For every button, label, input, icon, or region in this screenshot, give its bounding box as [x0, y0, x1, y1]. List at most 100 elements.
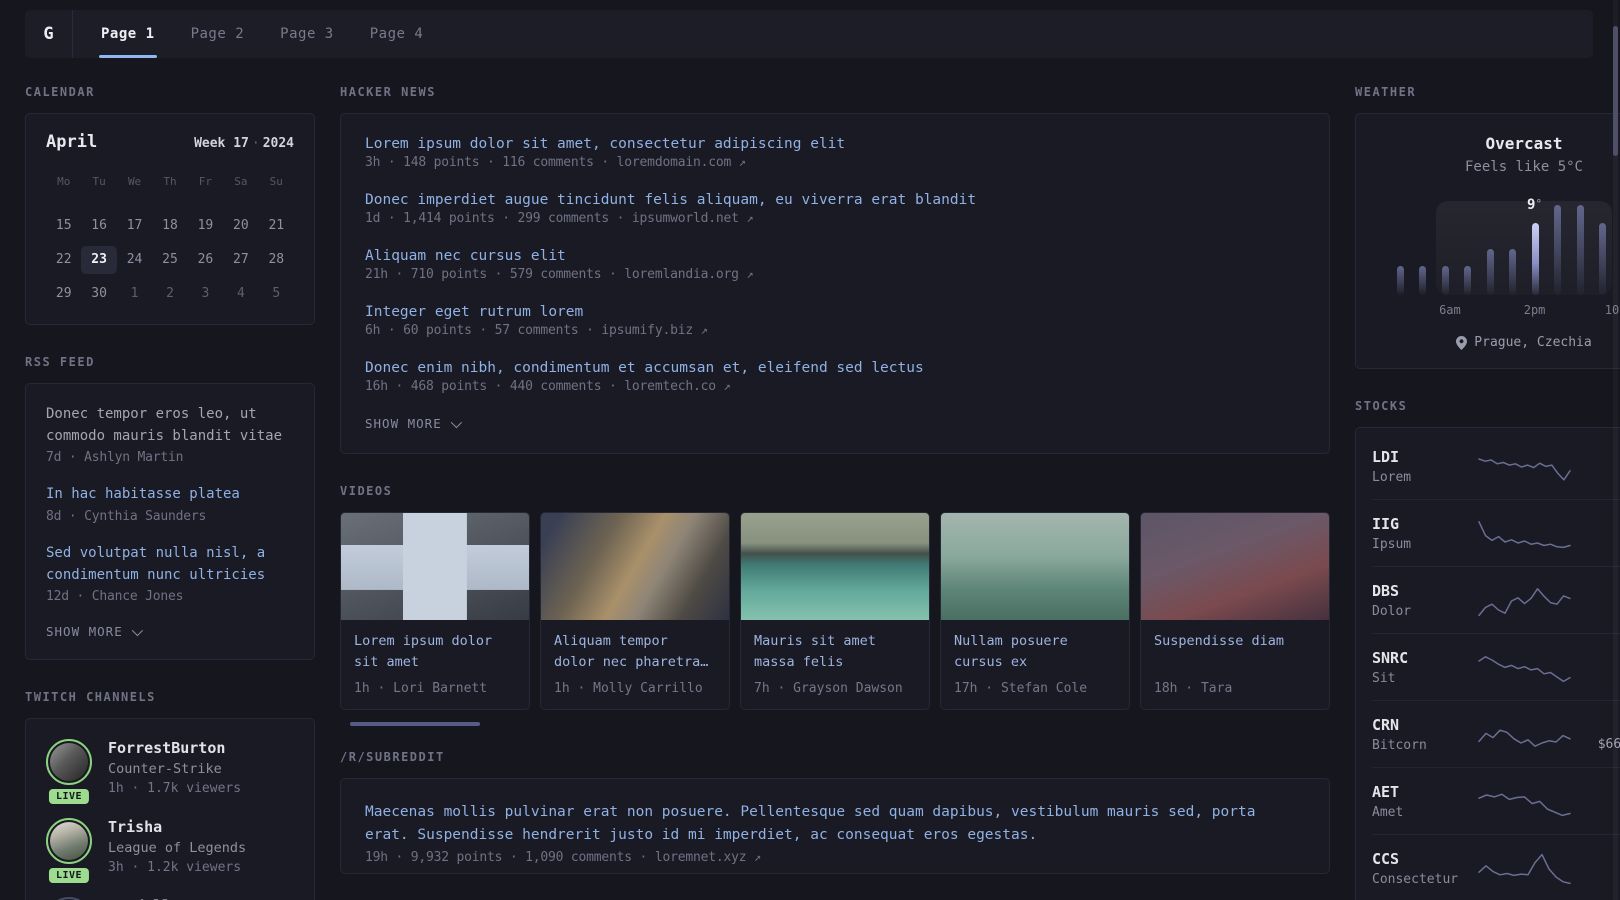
twitch-category[interactable]: Counter-Strike	[108, 761, 241, 777]
video-meta: 7h · Grayson Dawson	[754, 681, 903, 696]
hackernews-widget: HACKER NEWS Lorem ipsum dolor sit amet, …	[340, 85, 1330, 454]
rss-item-meta: 12d · Chance Jones	[46, 589, 184, 605]
calendar-day[interactable]: 19	[188, 212, 223, 240]
calendar-day[interactable]: 27	[223, 246, 258, 274]
video-card[interactable]: Suspendisse diam 18h · Tara	[1140, 512, 1330, 710]
video-title[interactable]: Nullam posuere cursus ex	[954, 631, 1116, 673]
calendar-day[interactable]: 30	[81, 280, 116, 308]
weather-location[interactable]: Prague, Czechia	[1374, 335, 1620, 350]
carousel-scrollbar-thumb[interactable]	[350, 722, 480, 726]
twitch-channel-row[interactable]: LIVE Trisha League of Legends 3h · 1.2k …	[46, 818, 294, 884]
stock-row[interactable]: DBSDolor+1.42%$156.28	[1372, 566, 1620, 633]
twitch-channel-info: ForrestBurton Counter-Strike 1h · 1.7k v…	[108, 739, 241, 796]
calendar-day[interactable]: 2	[152, 280, 187, 308]
calendar-day[interactable]: 22	[46, 246, 81, 274]
video-title[interactable]: Lorem ipsum dolor sit amet consectetu…	[354, 631, 516, 673]
calendar-grid: 15 16 17 18 19 20 21 22 23 24 25 26 27 28 29 30 1 2 3 4 5	[46, 212, 294, 308]
page-scrollbar[interactable]	[1613, 0, 1618, 900]
app-logo[interactable]: G	[25, 10, 73, 58]
video-title[interactable]: Aliquam tempor dolor nec pharetra…	[554, 631, 716, 673]
stock-row[interactable]: SNRCSit+1.36%$148.64	[1372, 633, 1620, 700]
hn-story: Integer eget rutrum lorem 6h · 60 points…	[365, 304, 1305, 338]
rss-item-title[interactable]: Donec tempor eros leo, ut commodo mauris…	[46, 404, 294, 447]
calendar-day[interactable]: 3	[188, 280, 223, 308]
twitch-channel-name[interactable]: ForrestBurton	[108, 739, 241, 757]
hn-story-meta[interactable]: 21h · 710 points · 579 comments · loreml…	[365, 267, 1305, 282]
calendar-day[interactable]: 18	[152, 212, 187, 240]
stock-row[interactable]: IIGIpsum+2.84%$42.04	[1372, 499, 1620, 566]
rss-item-title[interactable]: In hac habitasse platea	[46, 484, 294, 506]
video-card[interactable]: Aliquam tempor dolor nec pharetra… 1h · …	[540, 512, 730, 710]
calendar-day[interactable]: 23	[81, 246, 117, 274]
hn-story-title[interactable]: Integer eget rutrum lorem	[365, 304, 1305, 320]
rss-item-title[interactable]: Sed volutpat nulla nisl, a condimentum n…	[46, 543, 294, 586]
stock-row[interactable]: CRNBitcorn-1.00%$66,171.48	[1372, 700, 1620, 767]
page-scrollbar-thumb[interactable]	[1613, 26, 1618, 156]
calendar-section-title: CALENDAR	[25, 85, 95, 99]
calendar-day[interactable]: 21	[259, 212, 294, 240]
calendar-day[interactable]: 29	[46, 280, 81, 308]
video-card[interactable]: Lorem ipsum dolor sit amet consectetu… 1…	[340, 512, 530, 710]
calendar-day[interactable]: 28	[259, 246, 294, 274]
hn-story-title[interactable]: Donec enim nibh, condimentum et accumsan…	[365, 360, 1305, 376]
calendar-day[interactable]: 1	[117, 280, 152, 308]
stock-ticker: DBS	[1372, 581, 1400, 600]
twitch-channel-row[interactable]: LIVE ForrestBurton Counter-Strike 1h · 1…	[46, 739, 294, 805]
hn-story-meta[interactable]: 1d · 1,414 points · 299 comments · ipsum…	[365, 211, 1305, 226]
hn-story: Lorem ipsum dolor sit amet, consectetur …	[365, 136, 1305, 170]
hn-show-more-button[interactable]: SHOW MORE	[365, 416, 1305, 431]
tab-page-4[interactable]: Page 4	[370, 10, 424, 58]
hn-story-meta[interactable]: 6h · 60 points · 57 comments · ipsumify.…	[365, 323, 1305, 338]
stocks-section-title: STOCKS	[1355, 399, 1408, 413]
subreddit-post-title[interactable]: Maecenas mollis pulvinar erat non posuer…	[365, 801, 1305, 847]
rss-section-title: RSS FEED	[25, 355, 95, 369]
weather-bar	[1419, 265, 1427, 295]
hn-story-title[interactable]: Lorem ipsum dolor sit amet, consectetur …	[365, 136, 1305, 152]
calendar-day[interactable]: 20	[223, 212, 258, 240]
carousel-scrollbar	[340, 722, 1330, 726]
video-title[interactable]: Mauris sit amet massa felis	[754, 631, 916, 673]
hn-story-meta[interactable]: 3h · 148 points · 116 comments · loremdo…	[365, 155, 1305, 170]
tab-page-2[interactable]: Page 2	[191, 10, 245, 58]
calendar-day[interactable]: 16	[81, 212, 116, 240]
calendar-day[interactable]: 17	[117, 212, 152, 240]
hn-story-title[interactable]: Aliquam nec cursus elit	[365, 248, 1305, 264]
hn-story-meta[interactable]: 16h · 468 points · 440 comments · loremt…	[365, 379, 1305, 394]
weekday-label: Fr	[198, 175, 213, 188]
calendar-day[interactable]: 4	[223, 280, 258, 308]
right-column: WEATHER Overcast Feels like 5°C 9° 6am 2p…	[1355, 85, 1620, 900]
video-meta: 18h · Tara	[1154, 681, 1233, 696]
hn-story: Donec imperdiet augue tincidunt felis al…	[365, 192, 1305, 226]
subreddit-post-meta[interactable]: 19h · 9,932 points · 1,090 comments · lo…	[365, 850, 1305, 865]
video-thumbnail	[541, 513, 729, 620]
calendar-day[interactable]: 5	[259, 280, 294, 308]
calendar-day[interactable]: 24	[117, 246, 152, 274]
calendar-card: April Week 17 · 2024 Mo Tu We Th Fr Sa Su	[25, 113, 315, 325]
stock-row[interactable]: CCSConsectetur+0.51%$165.84	[1372, 834, 1620, 900]
page-tabs: Page 1 Page 2 Page 3 Page 4	[99, 10, 424, 58]
weather-location-label: Prague, Czechia	[1474, 335, 1592, 350]
stock-row[interactable]: LDILorem+4.35%$795.18	[1372, 433, 1620, 499]
calendar-day[interactable]: 25	[152, 246, 187, 274]
subreddit-post: Maecenas mollis pulvinar erat non posuer…	[365, 801, 1305, 865]
avatar	[50, 743, 88, 782]
video-card[interactable]: Nullam posuere cursus ex 17h · Stefan Co…	[940, 512, 1130, 710]
video-card[interactable]: Mauris sit amet massa felis 7h · Grayson…	[740, 512, 930, 710]
stock-row[interactable]: AETAmet+0.92%$499.72	[1372, 767, 1620, 834]
twitch-channel-name[interactable]: Trisha	[108, 818, 246, 836]
weather-bar	[1486, 249, 1494, 295]
stock-info: LDI Lorem	[1372, 448, 1472, 485]
calendar-day[interactable]: 26	[188, 246, 223, 274]
hn-story-title[interactable]: Donec imperdiet augue tincidunt felis al…	[365, 192, 1305, 208]
twitch-channel-info: Trisha League of Legends 3h · 1.2k viewe…	[108, 818, 246, 875]
rss-show-more-button[interactable]: SHOW MORE	[46, 624, 294, 639]
tab-page-3[interactable]: Page 3	[280, 10, 334, 58]
twitch-category[interactable]: League of Legends	[108, 840, 246, 856]
video-title[interactable]: Suspendisse diam	[1154, 631, 1316, 673]
calendar-day[interactable]: 15	[46, 212, 81, 240]
show-more-label: SHOW MORE	[46, 624, 123, 640]
tab-page-1[interactable]: Page 1	[99, 10, 157, 58]
weather-time-label: 2pm	[1523, 303, 1546, 317]
stock-name: Lorem	[1372, 469, 1412, 485]
video-thumbnail	[341, 513, 529, 620]
